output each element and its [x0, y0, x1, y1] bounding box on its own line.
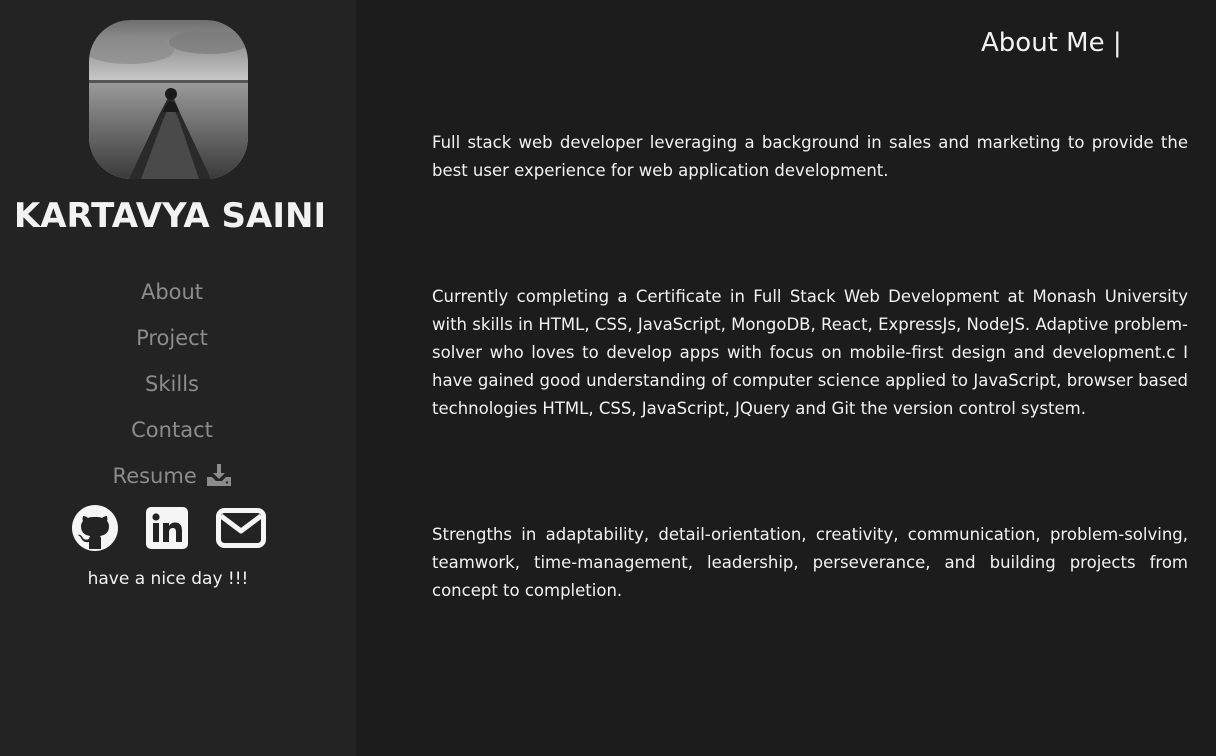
nav-item-label: Project: [136, 326, 208, 350]
linkedin-icon[interactable]: [146, 507, 188, 553]
social-links: [72, 505, 272, 551]
github-icon[interactable]: [72, 505, 118, 555]
avatar: [89, 20, 248, 179]
download-icon: [207, 463, 232, 495]
nav-item-label: About: [140, 280, 204, 304]
nav-item-label: Skills: [145, 372, 199, 396]
about-paragraph-2: Currently completing a Certificate in Fu…: [432, 287, 1188, 418]
page-title: About Me |: [981, 28, 1122, 58]
nav-item-skills[interactable]: Skills: [0, 368, 344, 414]
greeting-text: have a nice day !!!: [87, 569, 249, 589]
avatar-photo: [89, 20, 248, 179]
email-icon[interactable]: [216, 508, 266, 552]
nav-item-label: Resume: [112, 464, 197, 488]
nav-item-project[interactable]: Project: [0, 322, 344, 368]
sidebar: KARTAVYA SAINI About Project Skills Cont…: [0, 0, 356, 756]
profile-name: KARTAVYA SAINI: [13, 196, 327, 236]
nav-item-resume[interactable]: Resume: [0, 460, 344, 506]
sidebar-nav: About Project Skills Contact Resume: [0, 276, 344, 506]
about-paragraph-1: Full stack web developer leveraging a ba…: [432, 133, 1188, 180]
nav-item-label: Contact: [131, 418, 213, 442]
main-content: About Me | Full stack web developer leve…: [356, 0, 1216, 756]
about-paragraph-3: Strengths in adaptability, detail-orient…: [432, 525, 1188, 600]
nav-item-about[interactable]: About: [0, 276, 344, 322]
nav-item-contact[interactable]: Contact: [0, 414, 344, 460]
page: KARTAVYA SAINI About Project Skills Cont…: [0, 0, 1216, 756]
